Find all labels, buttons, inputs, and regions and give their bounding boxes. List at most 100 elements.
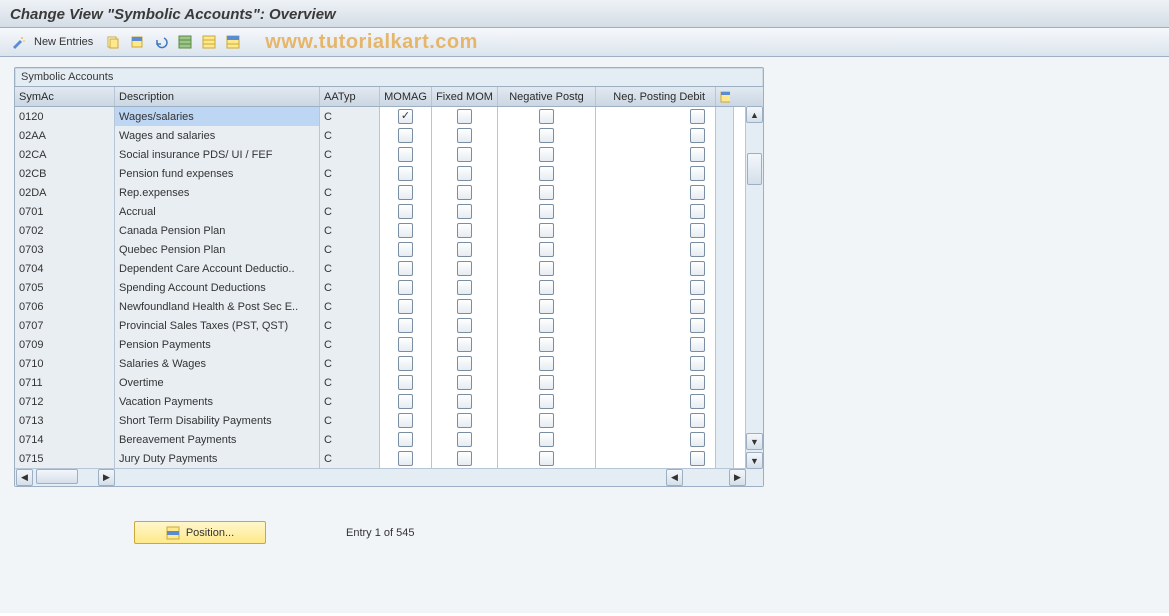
cell-symac[interactable]: 0709 bbox=[15, 335, 115, 354]
checkbox[interactable] bbox=[398, 261, 413, 276]
cell-description[interactable]: Canada Pension Plan bbox=[115, 221, 320, 240]
checkbox[interactable] bbox=[539, 147, 554, 162]
checkbox[interactable] bbox=[398, 223, 413, 238]
cell-aatyp[interactable]: C bbox=[320, 373, 380, 392]
cell-aatyp[interactable]: C bbox=[320, 354, 380, 373]
table-row[interactable]: 0710Salaries & WagesC bbox=[15, 354, 763, 373]
checkbox[interactable] bbox=[690, 147, 705, 162]
table-row[interactable]: 0702Canada Pension PlanC bbox=[15, 221, 763, 240]
cell-symac[interactable]: 0705 bbox=[15, 278, 115, 297]
cell-aatyp[interactable]: C bbox=[320, 221, 380, 240]
cell-symac[interactable]: 0120 bbox=[15, 107, 115, 126]
cell-description[interactable]: Overtime bbox=[115, 373, 320, 392]
table-row[interactable]: 0703Quebec Pension PlanC bbox=[15, 240, 763, 259]
scroll-track[interactable] bbox=[747, 123, 762, 433]
checkbox[interactable] bbox=[457, 375, 472, 390]
checkbox[interactable] bbox=[457, 204, 472, 219]
cell-description[interactable]: Rep.expenses bbox=[115, 183, 320, 202]
cell-aatyp[interactable]: C bbox=[320, 316, 380, 335]
cell-symac[interactable]: 02DA bbox=[15, 183, 115, 202]
checkbox[interactable] bbox=[457, 166, 472, 181]
checkbox[interactable] bbox=[457, 185, 472, 200]
checkbox[interactable] bbox=[539, 394, 554, 409]
cell-aatyp[interactable]: C bbox=[320, 145, 380, 164]
checkbox[interactable] bbox=[690, 375, 705, 390]
table-row[interactable]: 0711OvertimeC bbox=[15, 373, 763, 392]
cell-description[interactable]: Salaries & Wages bbox=[115, 354, 320, 373]
cell-description[interactable]: Accrual bbox=[115, 202, 320, 221]
table-row[interactable]: 0704Dependent Care Account Deductio..C bbox=[15, 259, 763, 278]
checkbox[interactable] bbox=[398, 185, 413, 200]
new-entries-button[interactable]: New Entries bbox=[32, 33, 99, 51]
cell-description[interactable]: Social insurance PDS/ UI / FEF bbox=[115, 145, 320, 164]
table-row[interactable]: 0120Wages/salariesC bbox=[15, 107, 763, 126]
scroll-thumb[interactable] bbox=[747, 153, 762, 185]
scroll-down-icon[interactable]: ▼ bbox=[746, 433, 763, 450]
table-row[interactable]: 02CASocial insurance PDS/ UI / FEFC bbox=[15, 145, 763, 164]
cell-aatyp[interactable]: C bbox=[320, 335, 380, 354]
save-variant-icon[interactable] bbox=[199, 32, 219, 52]
checkbox[interactable] bbox=[398, 280, 413, 295]
position-button[interactable]: Position... bbox=[134, 521, 266, 544]
cell-description[interactable]: Short Term Disability Payments bbox=[115, 411, 320, 430]
checkbox[interactable] bbox=[398, 299, 413, 314]
checkbox[interactable] bbox=[539, 223, 554, 238]
checkbox[interactable] bbox=[457, 432, 472, 447]
checkbox[interactable] bbox=[398, 128, 413, 143]
vertical-scrollbar[interactable]: ▲ ▼ ▼ bbox=[745, 106, 763, 469]
scroll-left-icon[interactable]: ◀ bbox=[16, 469, 33, 486]
scroll-right-icon[interactable]: ▶ bbox=[98, 469, 115, 486]
cell-aatyp[interactable]: C bbox=[320, 392, 380, 411]
checkbox[interactable] bbox=[398, 413, 413, 428]
checkbox[interactable] bbox=[690, 413, 705, 428]
cell-description[interactable]: Provincial Sales Taxes (PST, QST) bbox=[115, 316, 320, 335]
cell-symac[interactable]: 0704 bbox=[15, 259, 115, 278]
cell-symac[interactable]: 0715 bbox=[15, 449, 115, 468]
checkbox[interactable] bbox=[690, 109, 705, 124]
checkbox[interactable] bbox=[539, 451, 554, 466]
table-row[interactable]: 0709Pension PaymentsC bbox=[15, 335, 763, 354]
checkbox[interactable] bbox=[457, 280, 472, 295]
cell-description[interactable]: Bereavement Payments bbox=[115, 430, 320, 449]
col-aatyp[interactable]: AATyp bbox=[320, 87, 380, 106]
checkbox[interactable] bbox=[398, 109, 413, 124]
cell-description[interactable]: Jury Duty Payments bbox=[115, 449, 320, 468]
checkbox[interactable] bbox=[398, 242, 413, 257]
scroll-right-icon-2[interactable]: ▶ bbox=[729, 469, 746, 486]
checkbox[interactable] bbox=[457, 261, 472, 276]
checkbox[interactable] bbox=[690, 223, 705, 238]
checkbox[interactable] bbox=[398, 375, 413, 390]
table-row[interactable]: 0713Short Term Disability PaymentsC bbox=[15, 411, 763, 430]
col-symac[interactable]: SymAc bbox=[15, 87, 115, 106]
cell-symac[interactable]: 02AA bbox=[15, 126, 115, 145]
scroll-down-icon-2[interactable]: ▼ bbox=[746, 452, 763, 469]
checkbox[interactable] bbox=[539, 432, 554, 447]
checkbox[interactable] bbox=[690, 394, 705, 409]
checkbox[interactable] bbox=[539, 318, 554, 333]
table-row[interactable]: 02AAWages and salariesC bbox=[15, 126, 763, 145]
checkbox[interactable] bbox=[690, 280, 705, 295]
checkbox[interactable] bbox=[457, 109, 472, 124]
checkbox[interactable] bbox=[539, 337, 554, 352]
checkbox[interactable] bbox=[690, 128, 705, 143]
checkbox[interactable] bbox=[457, 337, 472, 352]
cell-aatyp[interactable]: C bbox=[320, 411, 380, 430]
cell-description[interactable]: Pension Payments bbox=[115, 335, 320, 354]
checkbox[interactable] bbox=[690, 185, 705, 200]
checkbox[interactable] bbox=[690, 261, 705, 276]
checkbox[interactable] bbox=[398, 394, 413, 409]
checkbox[interactable] bbox=[539, 413, 554, 428]
cell-symac[interactable]: 0713 bbox=[15, 411, 115, 430]
checkbox[interactable] bbox=[539, 128, 554, 143]
table-row[interactable]: 0712Vacation PaymentsC bbox=[15, 392, 763, 411]
select-block-icon[interactable] bbox=[127, 32, 147, 52]
checkbox[interactable] bbox=[457, 147, 472, 162]
checkbox[interactable] bbox=[457, 299, 472, 314]
checkbox[interactable] bbox=[539, 204, 554, 219]
cell-aatyp[interactable]: C bbox=[320, 202, 380, 221]
checkbox[interactable] bbox=[539, 109, 554, 124]
checkbox[interactable] bbox=[398, 337, 413, 352]
checkbox[interactable] bbox=[457, 128, 472, 143]
col-momag[interactable]: MOMAG bbox=[380, 87, 432, 106]
table-settings-icon[interactable] bbox=[716, 87, 734, 106]
